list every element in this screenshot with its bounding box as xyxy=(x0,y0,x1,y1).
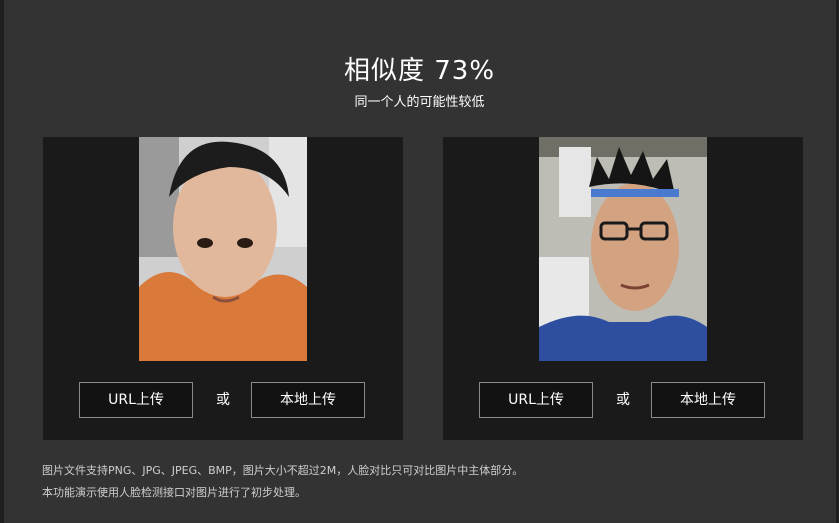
left-face-photo xyxy=(139,137,307,361)
right-face-photo xyxy=(539,137,707,361)
portrait-photo-image xyxy=(539,137,707,361)
processing-note: 本功能演示使用人脸检测接口对图片进行了初步处理。 xyxy=(42,486,306,499)
similarity-verdict: 同一个人的可能性较低 xyxy=(354,95,485,110)
local-upload-button[interactable]: 本地上传 xyxy=(251,382,365,418)
url-upload-button[interactable]: URL上传 xyxy=(479,382,593,418)
or-label: 或 xyxy=(216,392,230,408)
or-label: 或 xyxy=(616,392,630,408)
similarity-title: 相似度 73% xyxy=(343,56,496,86)
file-requirements-note: 图片文件支持PNG、JPG、JPEG、BMP，图片大小不超过2M，人脸对比只可对… xyxy=(42,464,524,477)
local-upload-button[interactable]: 本地上传 xyxy=(651,382,765,418)
right-image-panel: URL上传 或 本地上传 xyxy=(443,137,803,440)
left-image-panel: URL上传 或 本地上传 xyxy=(43,137,403,440)
portrait-photo-image xyxy=(139,137,307,361)
url-upload-button[interactable]: URL上传 xyxy=(79,382,193,418)
